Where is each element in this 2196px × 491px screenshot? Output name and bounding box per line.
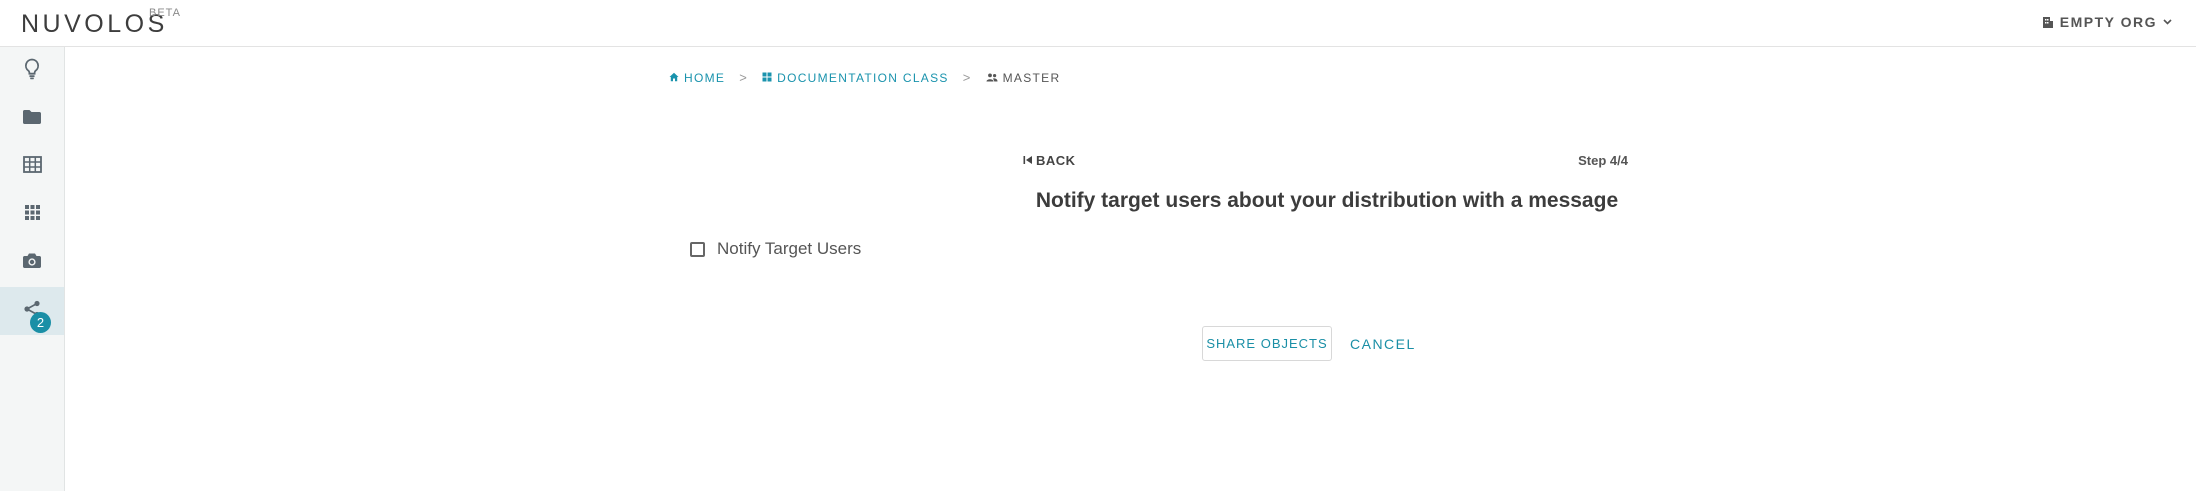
sidebar-item-files[interactable] xyxy=(0,95,64,143)
breadcrumb-class-label: DOCUMENTATION CLASS xyxy=(777,70,949,85)
camera-icon xyxy=(22,252,42,274)
sidebar-item-tables[interactable] xyxy=(0,143,64,191)
chevron-down-icon xyxy=(2163,19,2172,25)
sidebar-item-snapshots[interactable] xyxy=(0,239,64,287)
cancel-button[interactable]: CANCEL xyxy=(1342,326,1424,361)
beta-badge: BETA xyxy=(149,7,181,19)
page-title: Notify target users about your distribut… xyxy=(1035,189,1619,212)
sidebar-item-distribution[interactable]: 2 xyxy=(0,287,64,335)
breadcrumb: HOME > DOCUMENTATION CLASS > MASTER xyxy=(669,70,1060,85)
breadcrumb-home-label: HOME xyxy=(684,70,726,85)
back-button[interactable]: BACK xyxy=(1023,153,1076,168)
table-icon xyxy=(22,156,42,178)
step-indicator: Step 4/4 xyxy=(1578,153,1628,168)
top-bar: NUVOLOS BETA EMPTY ORG xyxy=(0,0,2196,47)
building-icon xyxy=(2042,16,2054,29)
breadcrumb-separator: > xyxy=(739,70,749,85)
space-grid-icon xyxy=(762,71,772,85)
back-arrow-icon xyxy=(1023,153,1033,168)
breadcrumb-instance-label: MASTER xyxy=(1002,70,1061,85)
notify-target-users-checkbox[interactable] xyxy=(690,241,705,257)
back-label: BACK xyxy=(1036,153,1076,168)
org-switcher[interactable]: EMPTY ORG xyxy=(2042,14,2172,30)
apps-grid-icon xyxy=(24,204,41,226)
breadcrumb-class[interactable]: DOCUMENTATION CLASS xyxy=(762,71,949,85)
group-icon xyxy=(986,71,998,85)
sidebar-item-overview[interactable] xyxy=(0,47,64,95)
lightbulb-icon xyxy=(24,58,40,85)
org-label: EMPTY ORG xyxy=(2059,14,2157,30)
sidebar: 2 xyxy=(0,47,65,491)
breadcrumb-home[interactable]: HOME xyxy=(669,71,725,85)
breadcrumb-instance[interactable]: MASTER xyxy=(986,71,1061,85)
home-icon xyxy=(669,71,679,85)
folder-icon xyxy=(22,109,42,130)
notify-target-users-label: Notify Target Users xyxy=(717,239,862,258)
share-objects-button[interactable]: SHARE OBJECTS xyxy=(1202,326,1332,361)
notification-badge: 2 xyxy=(30,312,51,333)
notify-target-users-option[interactable]: Notify Target Users xyxy=(690,239,861,259)
sidebar-item-applications[interactable] xyxy=(0,191,64,239)
breadcrumb-separator: > xyxy=(962,70,972,85)
brand-logo[interactable]: NUVOLOS xyxy=(21,10,168,39)
